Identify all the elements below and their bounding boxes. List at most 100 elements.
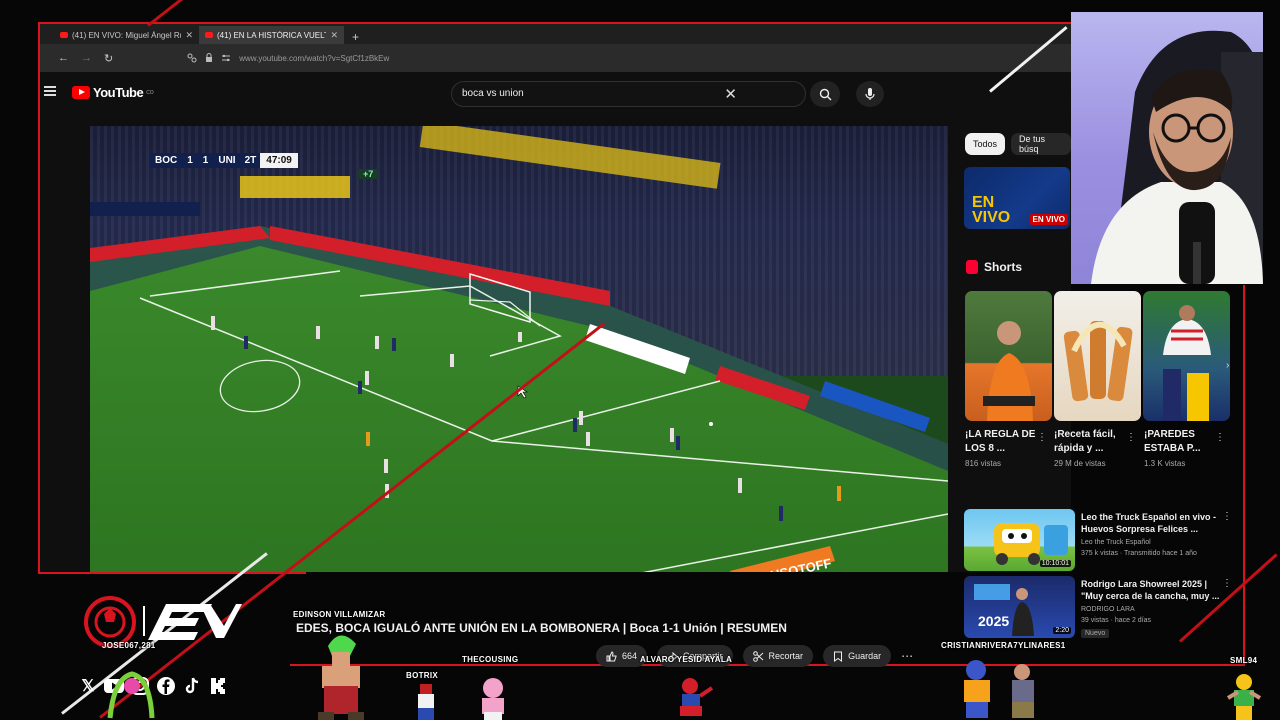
search-box[interactable]: ✕ bbox=[451, 81, 806, 107]
tiktok-icon bbox=[182, 676, 202, 696]
viewer-name-jose: JOSE067,281 bbox=[102, 641, 156, 650]
kick-icon bbox=[208, 676, 228, 696]
close-tab-icon[interactable]: ✕ bbox=[330, 30, 338, 41]
rec-title[interactable]: Leo the Truck Español en vivo - Huevos S… bbox=[1081, 511, 1221, 535]
reload-icon[interactable]: ↻ bbox=[104, 52, 113, 65]
rec-channel[interactable]: RODRIGO LARA bbox=[1081, 606, 1135, 613]
streamer-webcam bbox=[1071, 12, 1263, 284]
viewer-name-thecousing: THECOUSING bbox=[462, 655, 519, 664]
filter-chips: Todos De tus búsq bbox=[965, 133, 1071, 155]
url-box[interactable]: www.youtube.com/watch?v=SgtCf1zBkEw bbox=[187, 53, 389, 63]
rec-channel[interactable]: Leo the Truck Español bbox=[1081, 539, 1151, 546]
short-views-3: 1.3 K vistas bbox=[1144, 459, 1186, 468]
tune-icon[interactable] bbox=[221, 53, 231, 63]
short-views-1: 816 vistas bbox=[965, 459, 1002, 468]
stream-overlay: (41) EN VIVO: Miguel Ángel Ru ✕ (41) EN … bbox=[0, 0, 1280, 720]
viewer-name-edinson: EDINSON VILLAMIZAR bbox=[293, 610, 386, 619]
tab-current[interactable]: (41) EN LA HISTÓRICA VUELTA ✕ bbox=[199, 26, 344, 44]
youtube-tab-icon bbox=[205, 32, 213, 38]
live-badge: EN VIVO bbox=[1029, 214, 1068, 225]
shorts-icon bbox=[966, 260, 978, 274]
short-views-2: 29 M de vistas bbox=[1054, 459, 1106, 468]
short-thumbnail-3[interactable] bbox=[1143, 291, 1230, 421]
character-sprite bbox=[418, 684, 434, 720]
added-time: +7 bbox=[358, 169, 379, 179]
save-button[interactable]: Guardar bbox=[823, 645, 892, 667]
tab-live[interactable]: (41) EN VIVO: Miguel Ángel Ru ✕ bbox=[54, 26, 199, 44]
video-player[interactable]: EL LUSOTOFF BOC 1 1 UNI 2T 47:09 +7 bbox=[90, 126, 948, 572]
rec-meta: 39 vistas · hace 2 días bbox=[1081, 617, 1152, 624]
youtube-logo[interactable]: YouTube CO bbox=[72, 85, 154, 100]
character-sprite bbox=[107, 671, 155, 719]
clear-search-icon[interactable]: ✕ bbox=[724, 85, 737, 103]
short-thumbnail-1[interactable] bbox=[965, 291, 1052, 421]
character-sprite bbox=[318, 635, 364, 720]
youtube-header: YouTube CO ✕ bbox=[40, 72, 1071, 120]
save-label: Guardar bbox=[848, 651, 882, 661]
character-sprite bbox=[1226, 674, 1262, 720]
back-icon[interactable]: ← bbox=[58, 52, 69, 64]
rec-duration: 10:10:01 bbox=[1039, 560, 1071, 567]
voice-search-button[interactable] bbox=[856, 81, 884, 107]
recommended-video-1[interactable]: 10:10:01 Leo the Truck Español en vivo -… bbox=[964, 509, 1234, 571]
url-text: www.youtube.com/watch?v=SgtCf1zBkEw bbox=[239, 53, 390, 63]
more-actions-icon[interactable]: ⋯ bbox=[901, 649, 913, 663]
short-title-2[interactable]: ¡Receta fácil, rápida y ... bbox=[1054, 428, 1128, 456]
new-tab-icon[interactable]: + bbox=[344, 30, 367, 44]
character-sprite bbox=[482, 678, 504, 720]
rec-thumbnail[interactable]: 2025 2:20 bbox=[964, 576, 1075, 638]
viewer-name-alvaro: ALVARO YESID AYALA bbox=[640, 655, 733, 664]
frame-bottom-left bbox=[38, 572, 306, 574]
away-score: 1 bbox=[197, 152, 214, 168]
close-tab-icon[interactable]: ✕ bbox=[185, 30, 193, 41]
shorts-title: Shorts bbox=[984, 260, 1023, 274]
search-button[interactable] bbox=[810, 81, 840, 107]
microphone-icon bbox=[865, 88, 875, 100]
scorebug: BOC 1 1 UNI 2T 47:09 bbox=[150, 152, 298, 168]
search-icon bbox=[819, 88, 831, 100]
short-title-3[interactable]: ¡PAREDES ESTABA P... bbox=[1144, 428, 1218, 456]
match-scene: EL LUSOTOFF bbox=[90, 126, 948, 572]
match-clock: 47:09 bbox=[260, 152, 298, 168]
rec-menu-icon[interactable]: ⋮ bbox=[1222, 578, 1232, 589]
chip-searches[interactable]: De tus búsq bbox=[1011, 133, 1071, 155]
short-menu-icon[interactable]: ⋮ bbox=[1215, 432, 1225, 443]
players-figure bbox=[1163, 305, 1211, 421]
thumbs-up-icon bbox=[606, 650, 617, 661]
home-score: 1 bbox=[182, 152, 198, 168]
forward-icon[interactable]: → bbox=[81, 52, 92, 64]
rec-new-badge: Nuevo bbox=[1081, 629, 1110, 638]
bookmark-icon bbox=[834, 651, 843, 662]
svg-text:2025: 2025 bbox=[978, 613, 1009, 629]
like-count: 664 bbox=[622, 651, 638, 661]
site-settings-icon[interactable] bbox=[187, 53, 197, 63]
rec-title[interactable]: Rodrigo Lara Showreel 2025 | "Muy cerca … bbox=[1081, 578, 1221, 602]
referee-figure bbox=[983, 321, 1035, 421]
rec-meta: 375 k vistas · Transmitido hace 1 año bbox=[1081, 550, 1197, 557]
search-input[interactable] bbox=[462, 88, 762, 99]
youtube-wordmark: YouTube bbox=[93, 85, 144, 100]
streamer-figure bbox=[1091, 30, 1263, 284]
tab-label: (41) EN VIVO: Miguel Ángel Ru bbox=[72, 30, 182, 40]
frame-right bbox=[1243, 285, 1245, 666]
match-half: 2T bbox=[240, 152, 261, 168]
menu-icon[interactable] bbox=[44, 86, 56, 96]
chip-all[interactable]: Todos bbox=[965, 133, 1006, 155]
viewer-name-sml: SML94 bbox=[1230, 656, 1258, 665]
short-menu-icon[interactable]: ⋮ bbox=[1126, 432, 1136, 443]
short-menu-icon[interactable]: ⋮ bbox=[1037, 432, 1047, 443]
clip-button[interactable]: Recortar bbox=[742, 645, 814, 667]
country-code: CO bbox=[146, 89, 154, 96]
short-title-1[interactable]: ¡LA REGLA DE LOS 8 ... bbox=[965, 428, 1039, 456]
browser-window: (41) EN VIVO: Miguel Ángel Ru ✕ (41) EN … bbox=[40, 24, 1071, 572]
scissors-icon bbox=[752, 650, 763, 662]
address-bar: ← → ↻ www.youtube.com/watch?v=SgtCf1zBkE… bbox=[40, 44, 1071, 72]
youtube-tab-icon bbox=[60, 32, 68, 38]
shorts-next-icon[interactable]: › bbox=[1226, 360, 1229, 371]
shorts-heading: Shorts bbox=[966, 260, 1022, 274]
short-thumbnail-2[interactable] bbox=[1054, 291, 1141, 421]
lock-icon bbox=[206, 53, 213, 62]
rec-thumbnail[interactable]: 10:10:01 bbox=[964, 509, 1075, 571]
live-video-thumbnail[interactable]: EN VIVO EN VIVO bbox=[964, 167, 1070, 229]
rec-menu-icon[interactable]: ⋮ bbox=[1222, 511, 1232, 522]
